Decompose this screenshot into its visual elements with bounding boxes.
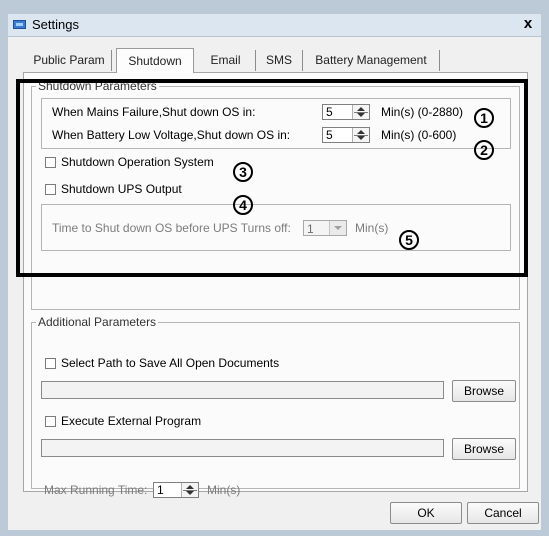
annotation-marker-2: 2 — [474, 140, 494, 160]
tab-public-param[interactable]: Public Param — [27, 50, 112, 71]
additional-parameters-group: Additional Parameters — [31, 315, 520, 489]
tab-email[interactable]: Email — [196, 50, 256, 71]
annotation-marker-3: 3 — [233, 162, 253, 182]
shutdown-os-checkbox[interactable] — [45, 157, 56, 168]
external-program-path-field[interactable] — [41, 439, 444, 457]
tab-battery-management[interactable]: Battery Management — [303, 50, 440, 71]
max-running-label: Max Running Time: — [44, 483, 148, 497]
dropdown-arrow-icon[interactable] — [329, 221, 346, 235]
max-running-stepper[interactable] — [153, 482, 199, 498]
shutdown-ups-label: Shutdown UPS Output — [61, 182, 182, 196]
shutdown-ups-checkbox[interactable] — [45, 184, 56, 195]
ok-button[interactable]: OK — [390, 502, 462, 524]
time-before-ups-unit: Min(s) — [355, 221, 389, 235]
spin-updown-icon[interactable] — [352, 128, 369, 142]
mains-failure-stepper[interactable] — [322, 104, 370, 120]
browse-program-button[interactable]: Browse — [452, 438, 516, 460]
time-before-ups-select[interactable]: 1 — [303, 220, 347, 236]
save-documents-label: Select Path to Save All Open Documents — [61, 356, 280, 370]
time-before-ups-value: 1 — [307, 222, 314, 236]
browse-save-path-button[interactable]: Browse — [452, 380, 516, 402]
battery-low-unit: Min(s) (0-600) — [381, 128, 457, 142]
title-bar: Settings x — [8, 14, 541, 37]
max-running-unit: Min(s) — [207, 483, 241, 497]
tab-sms[interactable]: SMS — [256, 50, 303, 71]
time-before-ups-label: Time to Shut down OS before UPS Turns of… — [52, 221, 291, 235]
spin-updown-icon[interactable] — [352, 105, 369, 119]
shutdown-os-label: Shutdown Operation System — [61, 155, 214, 169]
shutdown-parameters-legend: Shutdown Parameters — [38, 79, 157, 93]
save-documents-checkbox[interactable] — [45, 358, 56, 369]
save-documents-path-field[interactable] — [41, 381, 444, 399]
execute-program-label: Execute External Program — [61, 414, 202, 428]
annotation-marker-1: 1 — [474, 108, 494, 128]
additional-parameters-legend: Additional Parameters — [38, 315, 157, 329]
shutdown-tab-panel: Shutdown Parameters When Mains Failure,S… — [23, 72, 528, 498]
annotation-marker-4: 4 — [233, 195, 253, 215]
settings-app-icon — [13, 20, 26, 29]
spin-updown-icon[interactable] — [181, 483, 198, 497]
mains-failure-label: When Mains Failure,Shut down OS in: — [52, 105, 256, 119]
battery-low-stepper[interactable] — [322, 127, 370, 143]
battery-low-label: When Battery Low Voltage,Shut down OS in… — [52, 128, 291, 142]
execute-program-checkbox[interactable] — [45, 416, 56, 427]
annotation-marker-5: 5 — [399, 230, 419, 250]
cancel-button[interactable]: Cancel — [467, 502, 539, 524]
close-icon[interactable]: x — [519, 15, 537, 33]
settings-window: Settings x Public Param Shutdown Email S… — [0, 0, 549, 536]
window-title: Settings — [32, 17, 79, 32]
mains-failure-unit: Min(s) (0-2880) — [381, 105, 464, 119]
dialog-client-area: Public Param Shutdown Email SMS Battery … — [8, 37, 541, 530]
tab-shutdown[interactable]: Shutdown — [116, 48, 194, 73]
